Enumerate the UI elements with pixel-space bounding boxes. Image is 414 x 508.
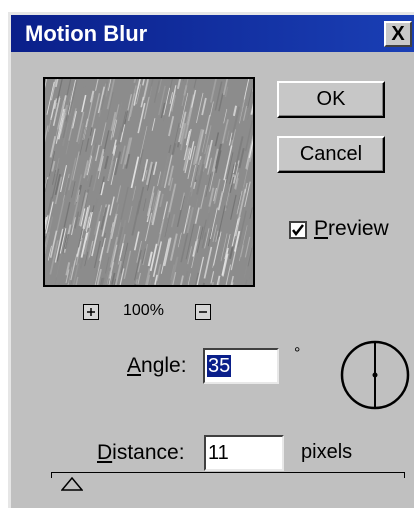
close-button[interactable]: X <box>384 21 412 47</box>
angle-dial-icon[interactable] <box>339 339 411 411</box>
close-icon: X <box>391 23 405 45</box>
angle-unit: ° <box>294 345 301 362</box>
checkmark-icon <box>292 224 304 237</box>
preview-texture <box>45 79 253 285</box>
distance-slider[interactable] <box>51 472 405 478</box>
angle-input[interactable]: 35 <box>203 348 279 384</box>
distance-input[interactable]: 11 <box>204 435 284 471</box>
preview-label[interactable]: Preview <box>314 217 389 241</box>
distance-unit: pixels <box>301 441 353 463</box>
dialog-title: Motion Blur <box>25 21 148 46</box>
cancel-button[interactable]: Cancel <box>277 136 385 173</box>
distance-label: Distance: <box>97 441 185 464</box>
angle-label: Angle: <box>127 354 187 377</box>
zoom-out-button[interactable] <box>195 304 211 320</box>
preview-checkbox[interactable] <box>289 221 307 239</box>
ok-button[interactable]: OK <box>277 81 385 118</box>
motion-blur-dialog: Motion Blur X OK Cancel Preview 100% Ang… <box>8 12 414 508</box>
preview-image[interactable] <box>43 77 255 287</box>
zoom-level: 100% <box>123 302 164 319</box>
slider-thumb[interactable] <box>61 477 83 491</box>
angle-value: 35 <box>207 355 232 377</box>
plus-icon <box>87 308 95 316</box>
title-bar[interactable]: Motion Blur X <box>11 15 414 52</box>
zoom-in-button[interactable] <box>83 304 99 320</box>
minus-icon <box>199 311 207 313</box>
distance-value: 11 <box>208 442 229 464</box>
